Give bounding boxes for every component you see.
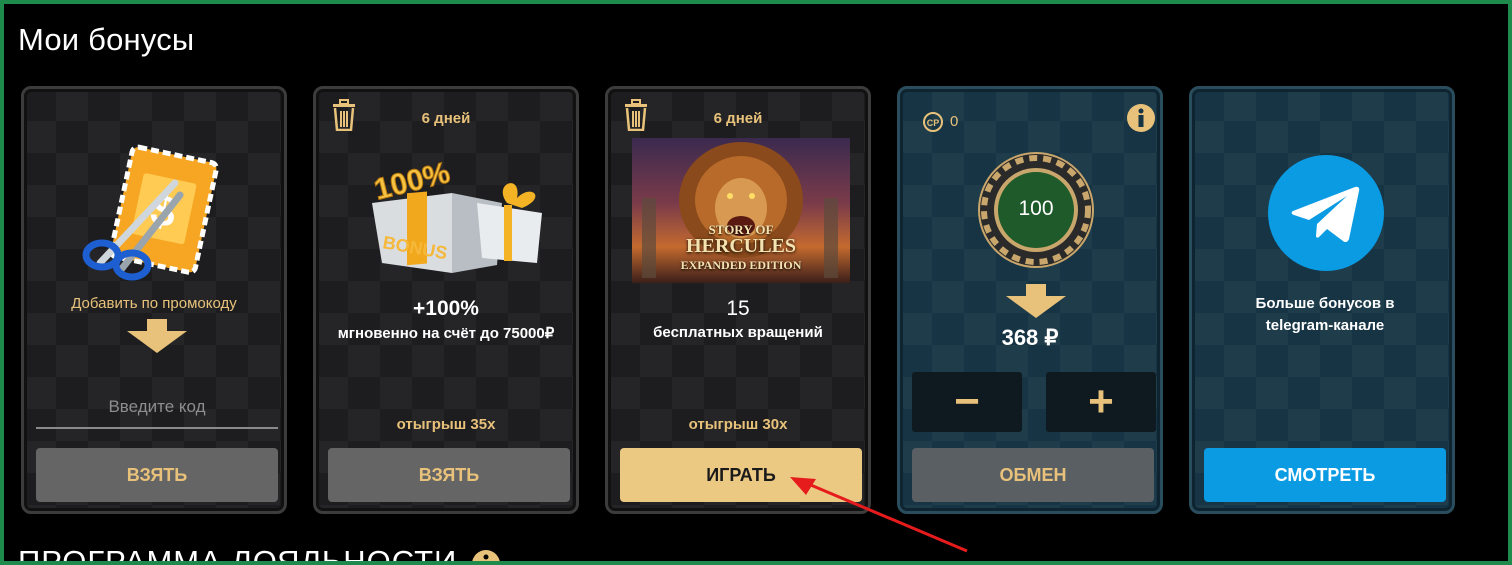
decrease-button[interactable]: − bbox=[912, 372, 1022, 432]
promo-code-input[interactable] bbox=[36, 387, 278, 429]
deposit-bonus-card: 6 дней BONUS 100% +100% мгновенно на счё… bbox=[313, 86, 579, 514]
coupon-scissors-icon: $ bbox=[82, 144, 219, 281]
minus-icon: − bbox=[954, 377, 980, 426]
freespins-count: 15 bbox=[726, 297, 750, 320]
bonus-days: 6 дней bbox=[421, 110, 471, 127]
promo-card: $ Добавить по промокоду input::placehold… bbox=[21, 86, 287, 514]
promo-take-button[interactable]: ВЗЯТЬ bbox=[36, 448, 278, 502]
bonus-gift-icon: BONUS 100% bbox=[370, 156, 542, 273]
plus-icon: + bbox=[1088, 377, 1114, 426]
telegram-icon[interactable] bbox=[1267, 154, 1385, 272]
telegram-card: Больше бонусов в telegram-канале СМОТРЕТ… bbox=[1189, 86, 1455, 514]
telegram-text: Больше бонусов в telegram-канале bbox=[1255, 295, 1395, 334]
promo-label: Добавить по промокоду bbox=[71, 295, 237, 312]
bonus-description: мгновенно на счёт до 75000₽ bbox=[337, 325, 555, 342]
deposit-take-button[interactable]: ВЗЯТЬ bbox=[328, 448, 570, 502]
info-icon[interactable] bbox=[471, 549, 501, 565]
loyalty-title: ПРОГРАММА ЛОЯЛЬНОСТИ bbox=[18, 544, 501, 565]
watch-button[interactable]: СМОТРЕТЬ bbox=[1204, 448, 1446, 502]
freespins-card: 6 дней STORY OF HERCULES EXPANDED EDITIO… bbox=[605, 86, 871, 514]
exchange-result: 368 ₽ bbox=[1001, 325, 1059, 350]
game-title-line2: HERCULES bbox=[685, 235, 797, 257]
increase-button[interactable]: + bbox=[1046, 372, 1156, 432]
chip-value: 100 bbox=[1018, 197, 1054, 220]
wager-text: отыгрыш 35x bbox=[396, 416, 496, 433]
cp-balance: 0 bbox=[950, 113, 959, 130]
freespins-description: бесплатных вращений bbox=[653, 324, 823, 341]
exchange-card: CP 0 100 368 ₽ − + ОБМЕН bbox=[897, 86, 1163, 514]
bonus-percent: +100% bbox=[413, 297, 479, 320]
arrow-down-icon bbox=[127, 319, 187, 353]
loyalty-title-text: ПРОГРАММА ЛОЯЛЬНОСТИ bbox=[18, 544, 458, 565]
game-title-line3: EXPANDED EDITION bbox=[680, 258, 802, 272]
annotation-arrow-icon bbox=[790, 477, 968, 553]
info-icon[interactable] bbox=[1126, 103, 1156, 133]
wager-text: отыгрыш 30x bbox=[688, 416, 788, 433]
game-thumbnail[interactable]: STORY OF HERCULES EXPANDED EDITION bbox=[632, 138, 850, 283]
page-title: Мои бонусы bbox=[18, 22, 195, 57]
bonus-days: 6 дней bbox=[713, 110, 763, 127]
cp-coin-label: CP bbox=[927, 118, 940, 128]
cp-coin-icon: CP bbox=[923, 112, 943, 132]
arrow-down-icon bbox=[1006, 284, 1066, 318]
page-frame: Мои бонусы $ Добавить по промокоду input… bbox=[0, 0, 1512, 565]
